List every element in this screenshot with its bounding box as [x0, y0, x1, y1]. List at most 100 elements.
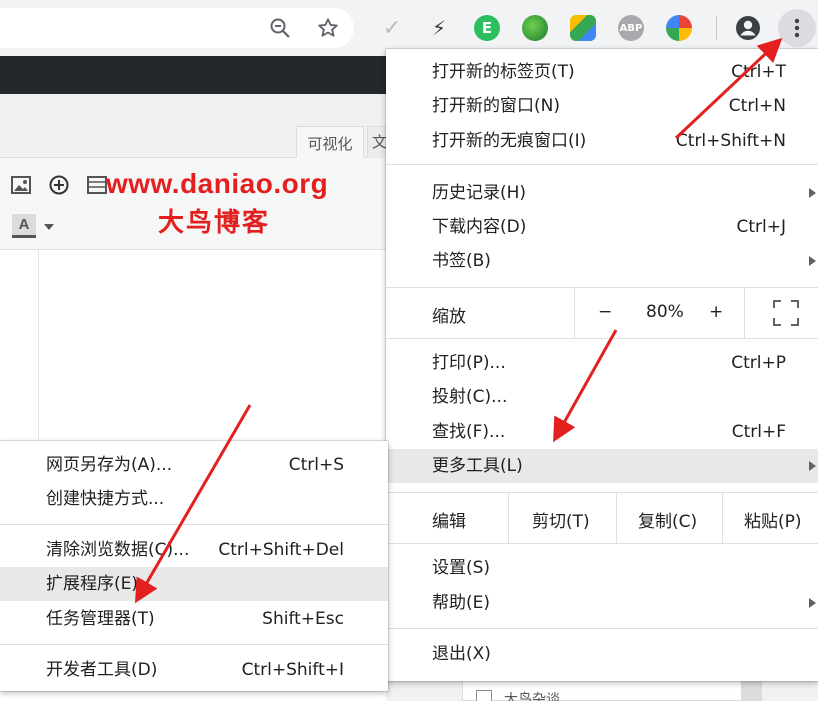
submenu-item-extensions[interactable]: 扩展程序(E) — [0, 567, 388, 601]
menu-item-exit[interactable]: 退出(X) — [386, 637, 818, 671]
copy-button[interactable]: 复制(C) — [638, 507, 697, 532]
menu-item-label: 退出(X) — [432, 644, 491, 664]
menu-item-label: 投射(C)... — [432, 387, 508, 407]
cut-button[interactable]: 剪切(T) — [532, 507, 590, 532]
paste-button[interactable]: 粘贴(P) — [744, 507, 802, 532]
tab-visual[interactable]: 可视化 — [296, 126, 364, 159]
menu-separator — [386, 628, 818, 629]
more-tools-submenu: 网页另存为(A)... Ctrl+S 创建快捷方式... 清除浏览数据(C)..… — [0, 441, 388, 691]
submenu-item-save-page[interactable]: 网页另存为(A)... Ctrl+S — [0, 448, 388, 482]
menu-item-shortcut: Ctrl+P — [731, 353, 786, 373]
chrome-main-menu: 打开新的标签页(T) Ctrl+T 打开新的窗口(N) Ctrl+N 打开新的无… — [386, 49, 818, 681]
chrome-menu-button[interactable] — [778, 9, 816, 47]
menu-item-history[interactable]: 历史记录(H) — [386, 176, 818, 210]
watermark-url: www.daniao.org — [106, 168, 329, 199]
menu-separator — [0, 524, 388, 525]
evernote-icon[interactable]: E — [474, 15, 500, 41]
submenu-arrow-icon — [809, 598, 816, 608]
menu-item-label: 历史记录(H) — [432, 183, 527, 203]
editor-tabs: 可视化 文 — [0, 94, 389, 159]
submenu-item-clear-data[interactable]: 清除浏览数据(C)... Ctrl+Shift+Del — [0, 533, 388, 567]
editor-gutter — [38, 250, 39, 440]
watermark-title: 大鸟博客 — [158, 208, 271, 238]
menu-item-print[interactable]: 打印(P)... Ctrl+P — [386, 346, 818, 380]
zoom-divider — [574, 288, 575, 338]
camera-extension-icon[interactable] — [666, 15, 692, 41]
menu-item-cast[interactable]: 投射(C)... — [386, 380, 818, 414]
submenu-item-task-manager[interactable]: 任务管理器(T) Shift+Esc — [0, 602, 388, 636]
submenu-arrow-icon — [809, 188, 816, 198]
image-icon[interactable] — [10, 174, 32, 196]
menu-item-label: 打开新的无痕窗口(I) — [432, 131, 587, 151]
profile-avatar-icon[interactable] — [734, 14, 762, 42]
edit-divider — [508, 493, 509, 543]
text-color-dropdown-icon[interactable] — [42, 216, 56, 238]
menu-item-shortcut: Ctrl+J — [736, 217, 786, 237]
category-checkbox[interactable] — [476, 690, 492, 701]
submenu-arrow-icon — [809, 256, 816, 266]
menu-item-label: 打开新的窗口(N) — [432, 96, 560, 116]
zoom-out-button[interactable]: − — [598, 302, 612, 322]
menu-item-label: 设置(S) — [432, 558, 491, 578]
bookmark-star-icon[interactable] — [314, 14, 342, 42]
menu-item-label: 更多工具(L) — [432, 456, 523, 476]
menu-row-edit: 编辑 剪切(T) 复制(C) 粘贴(P) — [386, 493, 818, 543]
edit-divider — [616, 493, 617, 543]
menu-item-label: 下载内容(D) — [432, 217, 527, 237]
menu-item-more-tools[interactable]: 更多工具(L) — [386, 449, 818, 483]
menu-item-find[interactable]: 查找(F)... Ctrl+F — [386, 415, 818, 449]
menu-separator — [0, 644, 388, 645]
menu-item-settings[interactable]: 设置(S) — [386, 551, 818, 585]
menu-separator — [386, 164, 818, 165]
menu-item-shortcut: Ctrl+Shift+Del — [218, 540, 344, 560]
admin-bar — [0, 56, 386, 94]
submenu-arrow-icon — [809, 461, 816, 471]
google-drive-icon[interactable] — [570, 15, 596, 41]
menu-row-zoom: 缩放 − 80% + — [386, 288, 818, 338]
menu-item-label: 网页另存为(A)... — [46, 455, 173, 475]
menu-item-shortcut: Ctrl+Shift+I — [241, 660, 344, 680]
menu-item-shortcut: Ctrl+N — [728, 96, 786, 116]
zoom-label: 缩放 — [432, 307, 466, 327]
menu-item-shortcut: Ctrl+Shift+N — [675, 131, 786, 151]
lightning-extension-icon[interactable]: ⚡ — [426, 15, 452, 41]
check-extension-icon[interactable]: ✓ — [379, 15, 405, 41]
submenu-item-create-shortcut[interactable]: 创建快捷方式... — [0, 482, 388, 516]
menu-item-label: 帮助(E) — [432, 593, 491, 613]
menu-item-label: 书签(B) — [432, 251, 491, 271]
address-bar[interactable] — [0, 8, 354, 48]
menu-item-label: 查找(F)... — [432, 422, 506, 442]
zoom-in-button[interactable]: + — [709, 302, 723, 322]
edit-divider — [722, 493, 723, 543]
menu-item-new-incognito[interactable]: 打开新的无痕窗口(I) Ctrl+Shift+N — [386, 124, 818, 158]
edit-label: 编辑 — [432, 512, 466, 532]
menu-item-help[interactable]: 帮助(E) — [386, 586, 818, 620]
add-circle-icon[interactable] — [48, 174, 70, 196]
fullscreen-icon[interactable] — [772, 299, 800, 327]
zoom-divider — [744, 288, 745, 338]
menu-item-label: 开发者工具(D) — [46, 660, 158, 680]
menu-item-bookmarks[interactable]: 书签(B) — [386, 244, 818, 278]
abp-icon[interactable]: ABP — [618, 15, 644, 41]
menu-separator — [386, 543, 818, 544]
menu-item-shortcut: Ctrl+F — [731, 422, 786, 442]
menu-item-new-tab[interactable]: 打开新的标签页(T) Ctrl+T — [386, 55, 818, 89]
text-color-icon[interactable]: A — [12, 214, 36, 238]
more-vertical-icon — [794, 18, 800, 38]
menu-item-downloads[interactable]: 下载内容(D) Ctrl+J — [386, 210, 818, 244]
menu-item-shortcut: Ctrl+T — [731, 62, 786, 82]
table-icon[interactable] — [86, 174, 108, 196]
submenu-item-dev-tools[interactable]: 开发者工具(D) Ctrl+Shift+I — [0, 653, 388, 687]
menu-item-label: 打开新的标签页(T) — [432, 62, 575, 82]
editor-content-area[interactable] — [0, 250, 386, 440]
zoom-level: 80% — [646, 302, 684, 322]
menu-item-shortcut: Shift+Esc — [262, 609, 344, 629]
menu-item-new-window[interactable]: 打开新的窗口(N) Ctrl+N — [386, 89, 818, 123]
category-label: 大鸟杂谈 — [504, 692, 560, 701]
browser-toolbar: ✓ ⚡ E ABP — [0, 0, 818, 56]
menu-item-label: 清除浏览数据(C)... — [46, 540, 190, 560]
menu-item-label: 创建快捷方式... — [46, 489, 165, 509]
globe-extension-icon[interactable] — [522, 15, 548, 41]
toolbar-separator — [716, 16, 717, 40]
zoom-out-icon[interactable] — [266, 14, 294, 42]
